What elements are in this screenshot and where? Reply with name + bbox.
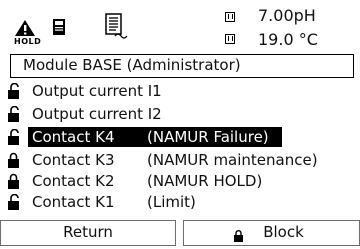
hold-label: HOLD [14, 37, 42, 46]
lock-icon [234, 226, 243, 242]
lock-closed-icon [8, 152, 22, 168]
menu-item-label: Contact K3 [32, 151, 115, 169]
return-softkey[interactable]: Return [0, 220, 176, 246]
menu-item-contact-k1[interactable]: Contact K1 (Limit) [8, 192, 358, 212]
document-icon [103, 12, 129, 44]
menu-item-label: Output current I1 [32, 82, 162, 100]
menu-item-label: Contact K2 [32, 172, 115, 190]
module-title: Module BASE (Administrator) [10, 54, 354, 78]
menu-item-label: Output current I2 [32, 105, 162, 123]
lock-open-icon [8, 193, 22, 210]
menu-item-output-current-i1[interactable]: Output current I1 [8, 81, 358, 101]
sensor-2-icon [225, 34, 235, 44]
menu-item-function: (NAMUR Failure) [147, 128, 269, 146]
menu-item-label: Contact K1 [32, 193, 115, 211]
temperature-value: 19.0 °C [258, 30, 318, 49]
lock-open-icon [8, 82, 22, 99]
memory-card-icon [52, 18, 66, 36]
menu-item-contact-k4[interactable]: Contact K4 (NAMUR Failure) [8, 127, 358, 147]
ph-value: 7.00pH [258, 6, 316, 25]
menu-item-label: Contact K4 [32, 128, 115, 146]
menu-item-contact-k3[interactable]: Contact K3 (NAMUR maintenance) [8, 150, 358, 170]
menu-item-function: (Limit) [147, 193, 196, 211]
block-softkey-label: Block [263, 223, 304, 241]
lock-open-icon [8, 128, 22, 145]
block-softkey[interactable]: Block [183, 220, 360, 246]
lock-open-icon [8, 105, 22, 122]
menu-item-function: (NAMUR HOLD) [147, 172, 263, 190]
menu-item-function: (NAMUR maintenance) [147, 151, 318, 169]
menu-item-output-current-i2[interactable]: Output current I2 [8, 104, 358, 124]
sensor-1-icon [225, 12, 235, 22]
menu-item-contact-k2[interactable]: Contact K2 (NAMUR HOLD) [8, 171, 358, 191]
status-bar: HOLD 7.00pH 19.0 °C [0, 0, 360, 52]
device-screen: HOLD 7.00pH 19.0 °C Module BASE (Adminis… [0, 0, 360, 246]
lock-closed-icon [8, 173, 22, 189]
